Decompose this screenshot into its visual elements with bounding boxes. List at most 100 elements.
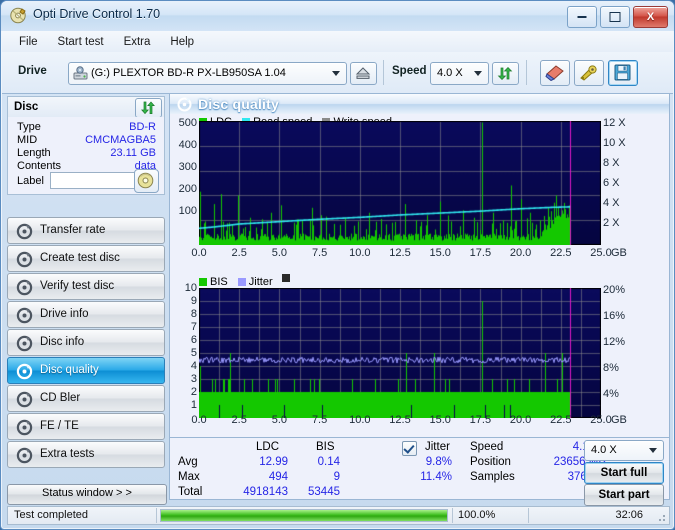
disc-quality-panel: Disc quality LDC Read speed Write speed … [169,93,670,438]
bis-ytick: 10 [184,282,197,294]
refresh-button[interactable] [492,62,519,85]
ldc-y2tick-4x: 4 X [603,197,620,209]
minimize-button[interactable] [567,6,597,28]
start-part-button[interactable]: Start part [584,484,664,506]
menu-bar: File Start test Extra Help [2,31,673,52]
disc-icon [16,223,33,240]
bis-ytick: 2 [190,386,197,398]
window-controls: X [567,6,668,28]
sidebar-item-fe-te[interactable]: FE / TE [7,413,165,440]
status-bar: Test completed 100.0% 32:06 [7,506,670,525]
disc-label-input[interactable] [50,172,136,189]
xax2-unit: GB [611,414,627,426]
tools-button[interactable] [574,60,604,86]
drive-select[interactable]: (G:) PLEXTOR BD-R PX-LB950SA 1.04 [68,62,347,85]
speed-select[interactable]: 4.0 X [430,62,489,85]
xax2-tick: 17.5 [469,414,492,426]
disc-label-button[interactable] [134,169,159,193]
panel-header: Disc quality [170,94,669,114]
eject-button[interactable] [350,62,377,85]
sidebar-label: Disc quality [40,364,99,376]
tools-icon [580,65,597,81]
close-icon: X [646,11,655,23]
ldc-y2tick-2x: 2 X [603,217,620,229]
swap-icon [141,101,155,115]
window-title: Opti Drive Control 1.70 [33,7,161,21]
legend-swatch-bis [199,278,207,286]
disc-key-contents: Contents [17,160,62,172]
ldc-ytick-500: 500 [178,117,197,129]
sidebar-label: Create test disc [40,252,120,264]
bis-ytick: 8 [190,308,197,320]
stats-avg-jitter: 9.8% [425,456,452,468]
save-icon [614,64,631,81]
ldc-y2tick-6x: 6 X [603,177,620,189]
menu-item-file[interactable]: File [10,34,47,50]
sidebar-label: CD Bler [40,392,81,404]
progress-fill [161,510,447,521]
start-full-button[interactable]: Start full [584,462,664,484]
xax1-tick: 22.5 [550,247,572,259]
sidebar-label: Transfer rate [40,224,106,236]
stats-max-bis: 9 [333,471,340,483]
legend-bis-chart: BIS Jitter [199,274,293,288]
drive-label: Drive [18,65,47,77]
menu-item-help[interactable]: Help [161,34,203,50]
swap-disc-button[interactable] [135,98,162,118]
sidebar-item-disc-info[interactable]: Disc info [7,329,165,356]
sidebar-item-extra-tests[interactable]: Extra tests [7,441,165,468]
resize-grip[interactable] [656,512,666,522]
ldc-y2tick-12x: 12 X [603,117,626,129]
bis-ytick: 9 [190,295,197,307]
xax2-tick: 0.0 [191,414,207,426]
legend-swatch-extra [281,274,290,282]
disc-key-length: Length [17,147,51,159]
disc-icon [16,391,33,408]
xax2-tick: 10.0 [349,414,371,426]
sidebar-item-transfer-rate[interactable]: Transfer rate [7,217,165,244]
sidebar-item-cd-bler[interactable]: CD Bler [7,385,165,412]
disc-icon [10,7,26,24]
stats-samples-label: Samples [470,471,515,483]
sidebar-item-verify-test-disc[interactable]: Verify test disc [7,273,165,300]
stats-row-total-label: Total [178,486,203,498]
sidebar-nav: Transfer rate Create test disc Verify te… [7,217,165,469]
sidebar-label: Verify test disc [40,280,115,292]
maximize-button[interactable] [600,6,630,28]
chevron-down-icon [332,71,340,76]
disc-icon [16,307,33,324]
sidebar-item-disc-quality[interactable]: Disc quality [7,357,165,384]
bis-y2tick-4: 4% [603,388,619,400]
erase-button[interactable] [540,60,570,86]
close-button[interactable]: X [633,6,668,28]
stats-header-jitter: Jitter [425,441,450,453]
xax1-tick: 10.0 [349,247,371,259]
chevron-down-icon [649,448,657,453]
drive-icon [73,66,88,80]
menu-item-start-test[interactable]: Start test [49,34,113,50]
menu-item-extra[interactable]: Extra [115,34,160,50]
save-button[interactable] [608,60,638,86]
stats-header-bis: BIS [316,441,335,453]
ldc-ytick-200: 200 [178,183,197,195]
xax1-tick: 17.5 [469,247,492,259]
status-window-button[interactable]: Status window > > [7,484,167,505]
bis-ytick: 1 [190,399,197,411]
stats-max-jitter: 11.4% [420,471,452,483]
legend-item-jitter: Jitter [237,276,273,288]
disc-icon [16,279,33,296]
test-speed-select[interactable]: 4.0 X [584,440,664,461]
sidebar-item-create-test-disc[interactable]: Create test disc [7,245,165,272]
sidebar-item-drive-info[interactable]: Drive info [7,301,165,328]
disc-header-label: Disc [14,101,39,113]
statistics-panel: LDC BIS Jitter Avg 12.99 0.14 9.8% Max 4… [169,438,670,506]
ldc-y2tick-8x: 8 X [603,157,620,169]
legend-item-bis: BIS [199,276,228,288]
ldc-y2tick-10x: 10 X [603,137,626,149]
sidebar-label: Disc info [40,336,85,348]
drive-value: (G:) PLEXTOR BD-R PX-LB950SA 1.04 [91,67,286,79]
bis-y2tick-8: 8% [603,362,619,374]
jitter-checkbox[interactable] [402,441,417,456]
app-window: Opti Drive Control 1.70 X File Start tes… [0,0,675,530]
xax1-tick: 5.0 [271,247,288,259]
